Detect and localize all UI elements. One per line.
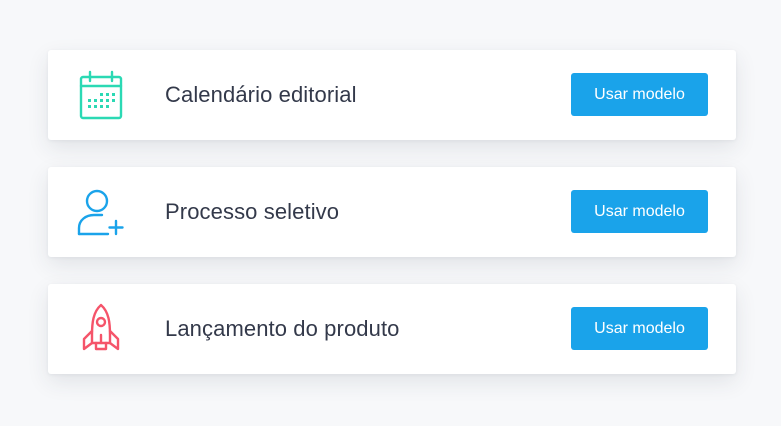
template-list: Calendário editorial Usar modelo Process…: [48, 50, 736, 401]
calendar-icon: [76, 70, 126, 120]
template-title: Lançamento do produto: [165, 316, 400, 341]
template-card-product-launch: Lançamento do produto Usar modelo: [48, 284, 736, 374]
add-user-icon: [76, 187, 126, 237]
template-title: Calendário editorial: [165, 82, 357, 107]
template-card-editorial-calendar: Calendário editorial Usar modelo: [48, 50, 736, 140]
use-template-button[interactable]: Usar modelo: [571, 190, 708, 233]
use-template-button[interactable]: Usar modelo: [571, 73, 708, 116]
use-template-button[interactable]: Usar modelo: [571, 307, 708, 350]
rocket-icon: [76, 303, 126, 354]
template-title: Processo seletivo: [165, 199, 340, 224]
template-card-hiring-process: Processo seletivo Usar modelo: [48, 167, 736, 257]
